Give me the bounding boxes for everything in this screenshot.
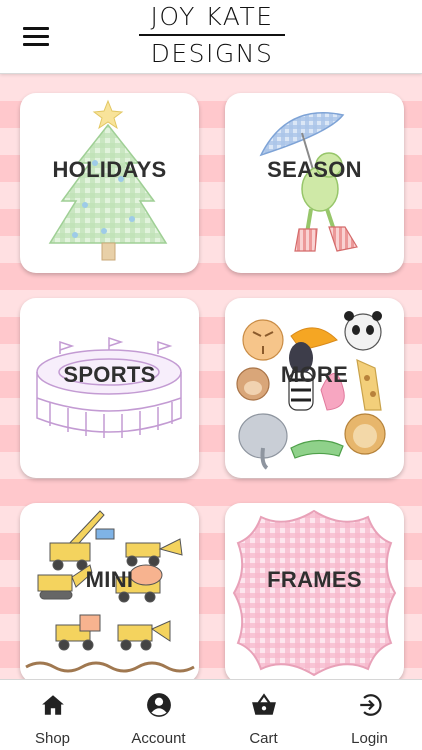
christmas-tree-illustration [48,99,168,261]
tab-label: Shop [34,730,71,747]
logo-divider [139,34,285,36]
category-label: MORE [280,362,349,387]
category-label: FRAMES [267,567,362,592]
tab-cart[interactable]: Cart [211,680,316,750]
tab-label: Cart [249,730,278,747]
category-tile-more[interactable]: MORE [225,298,404,478]
login-icon [360,694,382,716]
category-tile-season[interactable]: SEASON [225,93,404,273]
category-grid: HOLIDAYS SEASON SPORTS MORE MINI FRAMES [0,74,422,679]
animals-illustration [236,311,386,470]
app-header: JOY KATE DESIGNS [0,0,422,74]
brand-logo[interactable]: JOY KATE DESIGNS [139,2,285,69]
category-label: HOLIDAYS [52,157,167,182]
logo-line-2: DESIGNS [150,39,274,68]
account-icon [147,693,171,717]
hamburger-menu-icon[interactable] [23,27,49,47]
tab-label: Account [131,730,186,747]
stadium-illustration [36,336,182,438]
category-tile-frames[interactable]: FRAMES [225,503,404,679]
category-label: SEASON [267,157,362,182]
category-label: MINI [85,567,134,592]
tab-label: Login [351,730,388,747]
category-tile-sports[interactable]: SPORTS [20,298,199,478]
category-tile-holidays[interactable]: HOLIDAYS [20,93,199,273]
tab-login[interactable]: Login [317,680,422,750]
basket-icon [252,693,276,715]
category-tile-mini[interactable]: MINI [20,503,199,679]
bottom-tab-bar: Shop Account Cart Login [0,679,422,750]
tab-account[interactable]: Account [106,680,211,750]
category-label: SPORTS [63,362,156,387]
home-icon [42,695,64,715]
tab-shop[interactable]: Shop [0,680,105,750]
frog-umbrella-illustration [259,112,358,252]
logo-line-1: JOY KATE [150,2,274,31]
